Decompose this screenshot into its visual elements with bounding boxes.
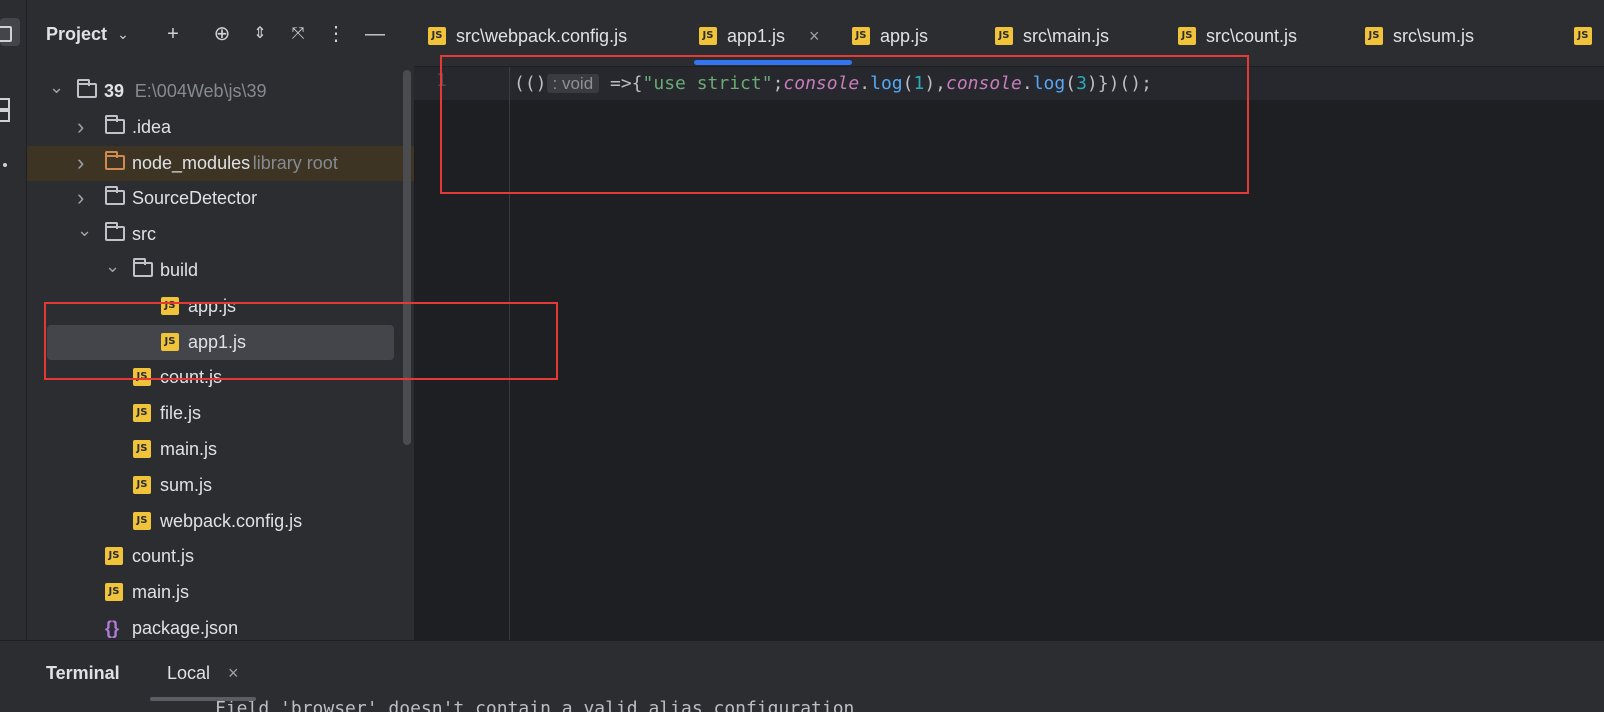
js-file-icon: JS [1178,27,1196,45]
tree-item-hint: library root [252,153,338,173]
folder-icon [105,115,125,134]
tree-item-label: node_modules [132,153,251,173]
terminal-panel: Terminal Local × Field 'browser' doesn't… [0,640,1604,712]
folder-icon [105,186,125,205]
tree-item[interactable]: ⌄ build [27,253,414,288]
terminal-output: Field 'browser' doesn't contain a valid … [215,698,855,712]
folder-icon [133,258,153,277]
tree-item-label: .idea [132,117,172,137]
tree-item[interactable]: › SourceDetector [27,181,414,216]
locate-icon[interactable]: ⊕ [210,22,234,46]
js-file-icon[interactable]: JS [1574,27,1592,45]
highlight-box-code [440,55,1249,194]
terminal-title[interactable]: Terminal [46,663,120,684]
chevron-right-icon[interactable]: › [77,145,91,180]
tree-item-label: file.js [160,403,202,423]
js-file-icon: JS [105,547,123,565]
tree-item[interactable]: › .idea [27,110,414,145]
project-tool-icon[interactable] [0,18,20,46]
add-icon[interactable]: + [161,22,185,46]
chevron-right-icon[interactable]: › [77,180,91,215]
terminal-tab-indicator [150,697,256,701]
expand-all-icon[interactable]: ⇕ [248,22,272,46]
terminal-tab-local[interactable]: Local [167,663,210,684]
options-icon[interactable]: ⋮ [324,22,348,46]
js-file-icon: JS [995,27,1013,45]
tree-item-label: webpack.config.js [160,511,303,531]
chevron-down-icon[interactable]: ⌄ [111,22,135,46]
tree-item-label: src [132,224,156,244]
collapse-all-icon[interactable]: ⤧ [286,22,310,46]
tree-item-label: main.js [132,582,190,602]
folder-icon [105,222,125,241]
tree-item[interactable]: JS main.js [27,575,414,610]
activity-bar [0,0,27,650]
tree-item-label: 39 [104,81,125,101]
chevron-down-icon[interactable]: ⌄ [105,249,120,284]
js-file-icon: JS [133,440,151,458]
js-file-icon: JS [133,404,151,422]
chevron-down-icon[interactable]: ⌄ [49,70,64,105]
js-file-icon: JS [133,476,151,494]
more-tools-icon[interactable] [0,150,20,178]
tree-item[interactable]: › node_modules library root [27,146,414,181]
tree-item[interactable]: JS main.js [27,432,414,467]
folder-icon [77,79,97,98]
hide-panel-icon[interactable]: — [363,22,387,46]
js-file-icon: JS [699,27,717,45]
tree-item-label: build [160,260,199,280]
close-icon[interactable]: × [228,663,239,684]
tree-item-label: main.js [160,439,218,459]
tree-item-hint: E:\004Web\js\39 [134,81,267,101]
js-file-icon: JS [852,27,870,45]
tree-item-label: count.js [132,546,195,566]
tree-item[interactable]: JS count.js [27,539,414,574]
tree-item[interactable]: {} package.json [27,611,414,640]
project-scrollbar[interactable] [403,70,411,445]
tree-item-label: package.json [132,618,239,638]
tree-item[interactable]: JS sum.js [27,468,414,503]
structure-tool-icon[interactable] [0,94,20,122]
tree-item[interactable]: ⌄ src [27,217,414,252]
tree-item[interactable]: ⌄ 39 E:\004Web\js\39 [27,74,414,109]
project-panel-header: Project ⌄ + ⊕ ⇕ ⤧ ⋮ — [27,0,414,72]
editor-tab-label: src\sum.js [1393,26,1474,46]
tree-item-label: sum.js [160,475,213,495]
tree-item[interactable]: JS file.js [27,396,414,431]
chevron-right-icon[interactable]: › [77,109,91,144]
js-file-icon: JS [105,583,123,601]
folder-icon [105,151,125,170]
json-file-icon: {} [105,618,120,638]
js-file-icon: JS [428,27,446,45]
js-file-icon: JS [133,512,151,530]
tree-item-label: SourceDetector [132,188,258,208]
js-file-icon: JS [1365,27,1383,45]
tree-item[interactable]: JS webpack.config.js [27,504,414,539]
highlight-box-file [44,302,558,380]
chevron-down-icon[interactable]: ⌄ [77,213,92,248]
project-panel-title[interactable]: Project [46,24,107,45]
